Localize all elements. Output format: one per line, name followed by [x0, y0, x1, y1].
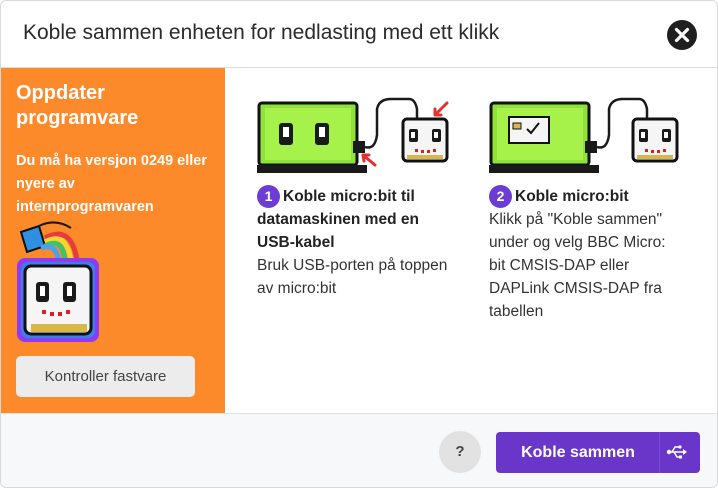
step-2: 2 Koble micro:bit Klikk på "Koble sammen"… [489, 185, 679, 323]
step-2-number-badge: 2 [489, 185, 512, 209]
sidebar-subtitle: Du må ha versjon 0249 eller nyere av int… [16, 153, 208, 215]
microbit-rainbow-illustration [17, 221, 99, 342]
check-firmware-button[interactable]: Kontroller fastvare [16, 356, 195, 397]
step-1-illustration [257, 97, 449, 173]
help-button[interactable]: ? [439, 431, 481, 473]
dialog-title: Koble sammen enheten for nedlasting med … [23, 21, 500, 44]
instructions-panel: 1 Koble micro:bit til datamaskinen med en… [225, 68, 717, 413]
step-2-description: Klikk på "Koble sammen" under og velg BB… [489, 211, 666, 321]
firmware-sidebar: Oppdater programvare Du må ha versjon 02… [1, 68, 225, 413]
connect-device-dialog: Koble sammen enheten for nedlasting med … [0, 0, 718, 488]
step-1-number-badge: 1 [257, 185, 280, 209]
close-button[interactable] [667, 20, 697, 50]
connect-button-label: Koble sammen [521, 444, 635, 461]
step-1-title: Koble micro:bit til datamaskinen med en … [257, 188, 419, 252]
step-1-description: Bruk USB-porten på toppen av micro:bit [257, 257, 448, 298]
connect-button[interactable]: Koble sammen [496, 432, 700, 473]
dialog-header: Koble sammen enheten for nedlasting med … [1, 1, 717, 68]
close-icon [674, 27, 690, 43]
step-1: 1 Koble micro:bit til datamaskinen med en… [257, 185, 457, 300]
sidebar-title: Oppdater programvare [16, 82, 139, 129]
usb-icon [666, 445, 687, 459]
connect-button-divider [659, 432, 660, 473]
dialog-footer: ? Koble sammen [1, 413, 717, 487]
step-2-title: Koble micro:bit [515, 188, 629, 205]
step-2-illustration [489, 97, 679, 173]
